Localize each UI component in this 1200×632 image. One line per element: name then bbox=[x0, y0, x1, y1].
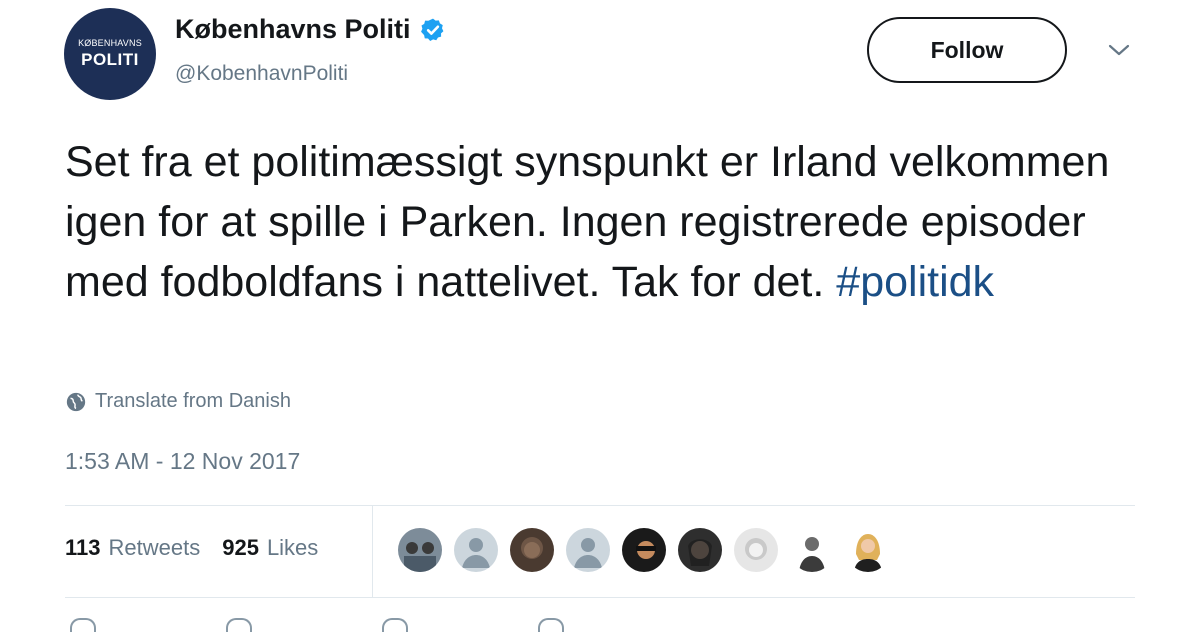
liker-avatar-7[interactable] bbox=[734, 528, 778, 572]
retweets-stat[interactable]: 113 Retweets bbox=[65, 535, 200, 561]
follow-button[interactable]: Follow bbox=[867, 17, 1067, 83]
chevron-down-icon[interactable] bbox=[1106, 40, 1132, 60]
stats-separator bbox=[372, 505, 373, 597]
likes-stat[interactable]: 925 Likes bbox=[222, 535, 318, 561]
divider-bottom bbox=[65, 597, 1135, 598]
account-handle[interactable]: @KobenhavnPoliti bbox=[175, 62, 348, 86]
hashtag-link[interactable]: #politidk bbox=[836, 258, 994, 306]
divider-top bbox=[65, 505, 1135, 506]
display-name[interactable]: Københavns Politi bbox=[175, 14, 411, 45]
likes-count: 925 bbox=[222, 535, 259, 560]
tweet-text: Set fra et politimæssigt synspunkt er Ir… bbox=[65, 132, 1165, 312]
liker-avatar-2[interactable] bbox=[454, 528, 498, 572]
retweets-count: 113 bbox=[65, 535, 101, 560]
liker-avatar-4[interactable] bbox=[566, 528, 610, 572]
liker-avatar-5[interactable] bbox=[622, 528, 666, 572]
verified-badge-icon bbox=[420, 18, 443, 41]
likes-label: Likes bbox=[266, 535, 319, 560]
liker-avatar-9[interactable] bbox=[846, 528, 890, 572]
liker-avatar-6[interactable] bbox=[678, 528, 722, 572]
globe-icon bbox=[66, 392, 86, 411]
name-row: Københavns Politi bbox=[175, 14, 446, 45]
liker-avatar-1[interactable] bbox=[398, 528, 442, 572]
retweets-label: Retweets bbox=[108, 535, 201, 560]
liker-avatars bbox=[398, 528, 902, 572]
liker-avatar-8[interactable] bbox=[790, 528, 834, 572]
avatar-text-big: POLITI bbox=[81, 50, 139, 69]
engagement-stats: 113 Retweets 925 Likes bbox=[65, 535, 340, 561]
tweet-timestamp[interactable]: 1:53 AM - 12 Nov 2017 bbox=[65, 448, 300, 475]
translate-link[interactable]: Translate from Danish bbox=[65, 390, 291, 413]
account-avatar[interactable]: KØBENHAVNS POLITI bbox=[64, 8, 156, 100]
translate-label: Translate from Danish bbox=[95, 390, 291, 412]
avatar-text-small: KØBENHAVNS bbox=[78, 38, 142, 48]
liker-avatar-3[interactable] bbox=[510, 528, 554, 572]
